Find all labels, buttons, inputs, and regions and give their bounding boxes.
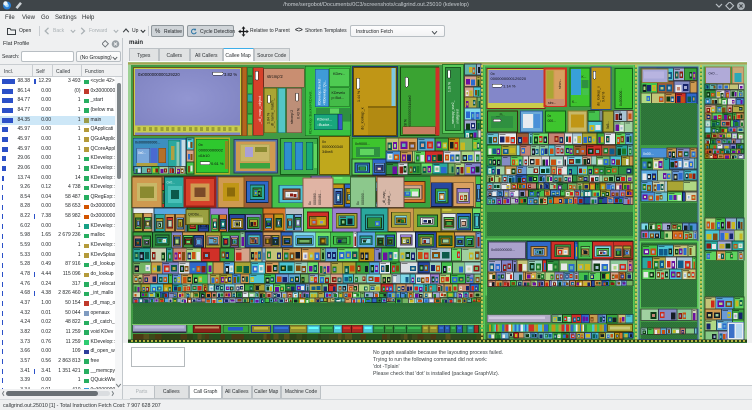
svg-text:QIODe...: QIODe...: [188, 213, 202, 217]
svg-text:0x: 0x: [356, 201, 360, 205]
svg-text:0x00000000...: 0x00000000...: [491, 248, 515, 252]
svg-text:KDevelo: KDevelo: [332, 91, 346, 95]
svg-text:unaligned: unaligned: [456, 109, 460, 124]
svg-text:000000...: 000000...: [361, 190, 365, 205]
svg-text:_dl_map_: _dl_map_: [382, 190, 386, 206]
svg-text:0x00...: 0x00...: [643, 152, 654, 156]
svg-text:0x5...: 0x5...: [606, 121, 610, 129]
svg-text:KDevel...: KDevel...: [317, 118, 332, 122]
svg-text:00000000002: 00000000002: [199, 148, 224, 153]
svg-text:p::But...: p::But...: [332, 96, 344, 100]
svg-text:0x: 0x: [548, 114, 552, 118]
svg-text:K...: K...: [582, 75, 587, 79]
svg-text:_dl_name_match_: _dl_name_match_: [271, 97, 275, 129]
svg-text:1.04 %: 1.04 %: [267, 112, 271, 124]
svg-text:K...: K...: [572, 100, 577, 104]
svg-text:1.39 %: 1.39 %: [448, 82, 452, 92]
svg-text:_dl_map_object: _dl_map_object: [257, 95, 262, 125]
svg-text:do_lookup_x: do_lookup_x: [597, 86, 601, 106]
svg-text:::Bucke...: ::Bucke...: [317, 123, 332, 127]
svg-text:strc...: strc...: [548, 101, 556, 105]
svg-text:0x0...: 0x0...: [167, 181, 176, 185]
svg-text:000461...: 000461...: [318, 190, 322, 205]
svg-text:0000000340: 0000000340: [322, 145, 343, 149]
svg-text:000...: 000...: [548, 119, 557, 123]
svg-text:__memcpy_sse2_: __memcpy_sse2_: [451, 100, 455, 129]
svg-text:KDevelop::Bucket: KDevelop::Bucket: [318, 79, 322, 105]
svg-text:<KDevelop::Qu...: <KDevelop::Qu...: [323, 80, 327, 105]
svg-text:0x000000000...: 0x000000000...: [135, 141, 160, 145]
svg-text:strcmp'2: strcmp'2: [267, 74, 283, 79]
svg-text:__m...: __m...: [495, 113, 505, 117]
svg-text:stron...: stron...: [558, 79, 562, 89]
svg-text:KDevelop::Bucket<KDevel..: KDevelop::Bucket<KDevel..: [309, 90, 313, 134]
svg-text:0.43 %: 0.43 %: [297, 108, 301, 119]
svg-text:000060...: 000060...: [313, 190, 317, 205]
svg-text:do_lookup_x: do_lookup_x: [360, 107, 365, 130]
svg-text:0x0...: 0x0...: [138, 151, 146, 155]
svg-text:34be8: 34be8: [322, 150, 333, 154]
svg-text:0x: 0x: [322, 140, 326, 144]
svg-text:0.43 %: 0.43 %: [602, 92, 606, 102]
svg-text:0x0000000000129220: 0x0000000000129220: [138, 72, 180, 77]
svg-text:0x: 0x: [308, 201, 312, 205]
svg-text:0x: 0x: [199, 142, 203, 147]
svg-text:0x000000...: 0x000000...: [619, 88, 623, 106]
svg-text:KDev...: KDev...: [333, 72, 345, 76]
svg-text:strcmp'2: strcmp'2: [290, 110, 294, 124]
svg-text:3.82 %: 3.82 %: [224, 72, 237, 77]
svg-text:0.61 %: 0.61 %: [211, 161, 224, 166]
svg-text:0x00000000003164e0: 0x00000000003164e0: [408, 95, 412, 132]
svg-text:1.14 %: 1.14 %: [503, 84, 516, 89]
svg-text:object_...: object_...: [387, 191, 391, 205]
svg-text:0x0...: 0x0...: [709, 72, 718, 76]
svg-text:0000000000129220: 0000000000129220: [491, 76, 527, 81]
svg-text:0x9000...: 0x9000...: [355, 142, 370, 146]
svg-text:1.44 %: 1.44 %: [357, 90, 361, 102]
svg-text:d1b10: d1b10: [199, 153, 211, 158]
